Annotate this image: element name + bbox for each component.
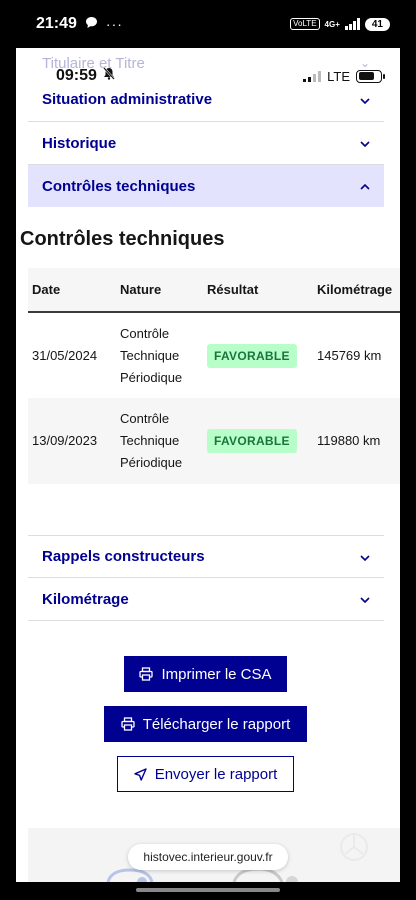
bell-muted-icon: [103, 67, 115, 85]
accordion-label: Historique: [42, 134, 117, 152]
battery-indicator: 41: [364, 17, 390, 31]
watermark-logo: [340, 833, 368, 861]
accordion-rappels-constructeurs[interactable]: Rappels constructeurs: [28, 535, 384, 578]
network-type: LTE: [327, 68, 350, 84]
battery-icon: [356, 69, 385, 83]
screenshot-clock: 09:59: [56, 67, 97, 84]
column-header-date: Date: [32, 282, 61, 297]
accordion-historique[interactable]: Historique: [28, 122, 384, 165]
table-row: 13/09/2023 Contrôle Technique Périodique…: [28, 398, 400, 484]
accordion-label: Situation administrative: [42, 91, 213, 108]
accordion-controles-techniques[interactable]: Contrôles techniques: [28, 165, 384, 207]
result-badge: FAVORABLE: [207, 343, 297, 368]
button-label: Imprimer le CSA: [161, 665, 272, 683]
chevron-down-icon: [360, 136, 370, 150]
cell-signal-icon: [344, 18, 360, 30]
cell-date: 13/09/2023: [32, 433, 98, 448]
chevron-down-icon: [360, 93, 370, 107]
webpage: Titulaire et Titre ⌄ 09:59 LTE Situation…: [16, 48, 400, 882]
chevron-down-icon: [360, 550, 370, 564]
download-report-button[interactable]: Télécharger le rapport: [104, 706, 307, 742]
table-row: 31/05/2024 Contrôle Technique Périodique…: [28, 312, 400, 398]
print-csa-button[interactable]: Imprimer le CSA: [124, 656, 287, 692]
nature-line: Contrôle: [120, 411, 170, 426]
cell-nature: Contrôle Technique Périodique: [116, 312, 203, 398]
cell-signal-icon: [303, 70, 322, 82]
button-label: Télécharger le rapport: [142, 715, 291, 733]
controles-table: Date Nature Résultat Kilométrage 31/05/2…: [28, 268, 400, 484]
accordion-kilometrage[interactable]: Kilométrage: [28, 578, 384, 621]
accordion-label: Rappels constructeurs: [42, 548, 205, 565]
system-status-bar: 21:49 ··· VoLTE 4G+ 41: [0, 0, 416, 48]
send-arrow-icon: [134, 767, 147, 781]
accordion-label: Kilométrage: [42, 590, 129, 608]
cell-kilometrage: 145769 km: [317, 347, 382, 363]
network-type: 4G+: [324, 19, 340, 29]
accordion-label: Contrôles techniques: [42, 177, 196, 195]
cell-kilometrage: 119880 km: [317, 433, 381, 448]
home-indicator[interactable]: [136, 888, 280, 892]
printer-icon: [121, 717, 135, 731]
section-title: Contrôles techniques: [20, 228, 225, 250]
volte-badge: VoLTE: [290, 18, 320, 30]
button-label: Envoyer le rapport: [154, 765, 278, 783]
system-clock: 21:49: [36, 15, 77, 32]
nature-line: Périodique: [120, 455, 183, 470]
chevron-up-icon: [360, 179, 370, 193]
cell-resultat: FAVORABLE: [203, 398, 313, 484]
cell-nature: Contrôle Technique Périodique: [116, 398, 203, 484]
column-header-resultat: Résultat: [207, 282, 259, 297]
screenshot-status-bar: 09:59 LTE: [16, 64, 400, 88]
nature-line: Technique: [120, 347, 180, 363]
printer-icon: [139, 667, 154, 681]
nature-line: Contrôle: [120, 325, 170, 341]
send-report-button[interactable]: Envoyer le rapport: [117, 756, 294, 792]
result-badge: FAVORABLE: [207, 429, 297, 453]
chat-notification-icon: [85, 16, 98, 33]
table-header-row: Date Nature Résultat Kilométrage: [28, 268, 400, 312]
nature-line: Périodique: [120, 369, 183, 385]
column-header-nature: Nature: [120, 282, 162, 297]
more-notifications-icon: ···: [105, 16, 123, 32]
nature-line: Technique: [120, 433, 180, 448]
column-header-kilometrage: Kilométrage: [317, 282, 393, 297]
cell-date: 31/05/2024: [32, 347, 98, 363]
browser-url-bar[interactable]: histovec.interieur.gouv.fr: [128, 844, 288, 870]
cell-resultat: FAVORABLE: [203, 312, 313, 398]
chevron-down-icon: [360, 592, 370, 606]
